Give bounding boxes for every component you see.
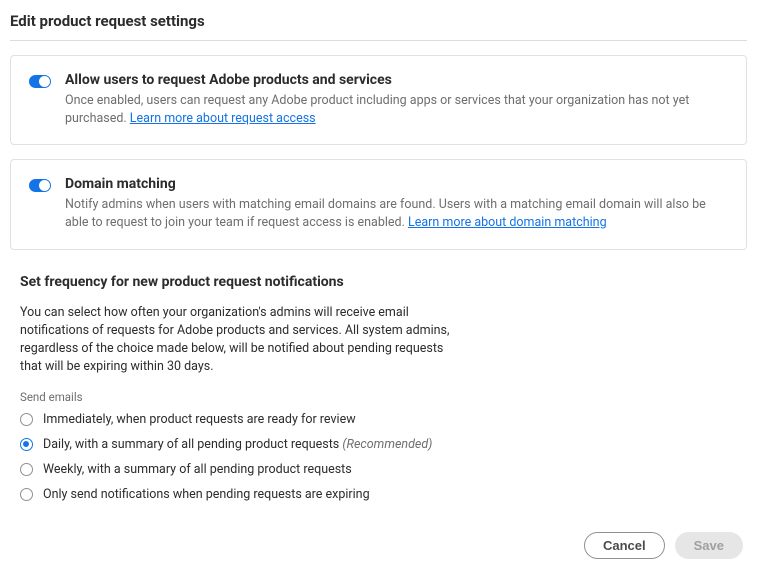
radio-icon	[20, 463, 33, 476]
card-domain-matching: Domain matching Notify admins when users…	[10, 159, 747, 249]
radio-option-immediately[interactable]: Immediately, when product requests are r…	[20, 412, 737, 427]
card-domain-matching-title: Domain matching	[65, 176, 728, 192]
page-title: Edit product request settings	[10, 10, 747, 41]
cancel-button[interactable]: Cancel	[584, 532, 665, 559]
frequency-desc: You can select how often your organizati…	[20, 304, 460, 377]
radio-option-expiring-only[interactable]: Only send notifications when pending req…	[20, 487, 737, 502]
card-allow-request: Allow users to request Adobe products an…	[10, 55, 747, 145]
card-domain-matching-desc-text: Notify admins when users with matching e…	[65, 197, 706, 230]
radio-label: Only send notifications when pending req…	[43, 487, 370, 502]
radio-label: Daily, with a summary of all pending pro…	[43, 437, 339, 452]
radio-option-weekly[interactable]: Weekly, with a summary of all pending pr…	[20, 462, 737, 477]
toggle-domain-matching[interactable]	[29, 179, 51, 192]
radio-icon	[20, 488, 33, 501]
radio-icon	[20, 413, 33, 426]
card-domain-matching-desc: Notify admins when users with matching e…	[65, 196, 728, 232]
radio-label: Weekly, with a summary of all pending pr…	[43, 462, 352, 477]
frequency-title: Set frequency for new product request no…	[20, 274, 737, 290]
link-learn-request-access[interactable]: Learn more about request access	[130, 111, 316, 126]
frequency-section: Set frequency for new product request no…	[10, 274, 747, 503]
footer: Cancel Save	[10, 532, 747, 559]
radio-icon	[20, 438, 33, 451]
radio-group-label: Send emails	[20, 390, 737, 404]
recommended-label: (Recommended)	[342, 437, 432, 452]
card-allow-request-desc: Once enabled, users can request any Adob…	[65, 92, 728, 128]
save-button[interactable]: Save	[675, 532, 743, 559]
toggle-allow-request[interactable]	[29, 75, 51, 88]
card-allow-request-title: Allow users to request Adobe products an…	[65, 72, 728, 88]
radio-label: Immediately, when product requests are r…	[43, 412, 356, 427]
link-learn-domain-matching[interactable]: Learn more about domain matching	[408, 215, 607, 230]
radio-option-daily[interactable]: Daily, with a summary of all pending pro…	[20, 437, 737, 452]
